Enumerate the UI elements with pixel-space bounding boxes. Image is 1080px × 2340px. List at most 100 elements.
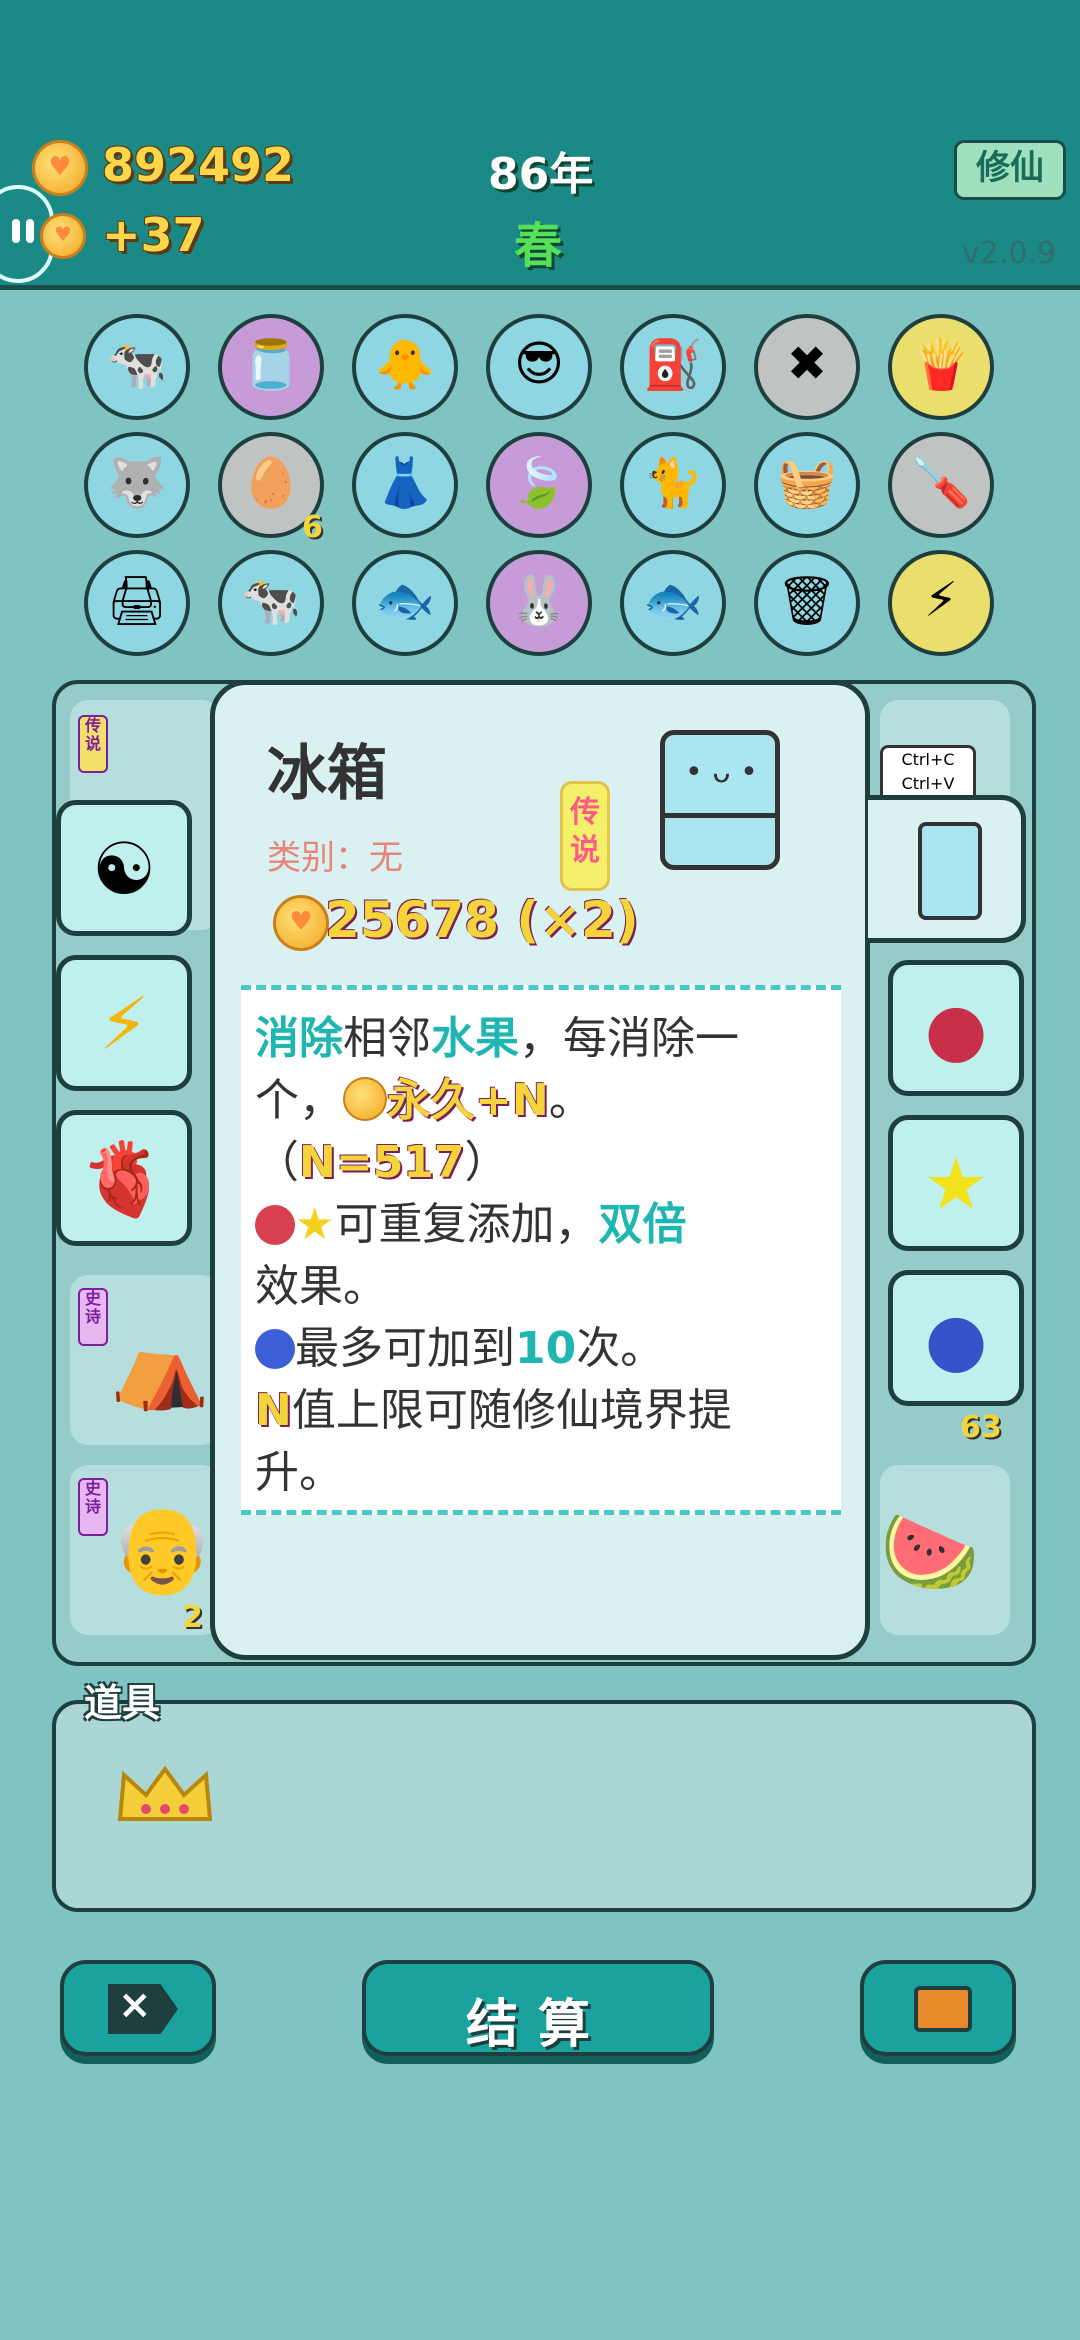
year-label: 86年	[488, 149, 594, 200]
old-man-icon: 👴	[110, 1500, 215, 1598]
desc-text: ，每消除一	[519, 1013, 739, 1064]
lightning-button[interactable]: ⚡	[56, 955, 192, 1091]
fries-icon: 🍟	[911, 337, 971, 393]
version-label: v2.0.9	[962, 236, 1057, 271]
discard-button[interactable]: ×	[60, 1960, 216, 2056]
fruit-basket-icon: 🧺	[777, 455, 837, 511]
lightning-icon: ⚡	[924, 572, 958, 628]
desc-text: 值上限可随修仙境界提	[291, 1385, 732, 1436]
desc-text: 可重复添加，	[334, 1199, 599, 1250]
leaf-icon: 🍃	[509, 455, 569, 511]
item-title: 冰箱	[267, 739, 387, 809]
desc-keyword: N=517	[299, 1137, 465, 1188]
price-coin-icon	[273, 895, 329, 951]
item-price: 25678 (×2)	[325, 891, 639, 949]
lychee-icon	[255, 1205, 295, 1245]
husky-icon: 🐺	[107, 455, 167, 511]
yin-yang-icon: ☯	[91, 827, 157, 911]
item-slot-dual-cow-girl[interactable]: 🐄	[84, 314, 190, 420]
inventory-count: 2	[182, 1600, 203, 1635]
item-slot-jam-jar[interactable]: 🫙	[218, 314, 324, 420]
desc-keyword: 10	[515, 1323, 577, 1374]
xiuxian-button[interactable]: 修仙	[954, 140, 1066, 200]
briefcase-icon	[914, 1986, 972, 2032]
black-cat-icon: 🐈	[643, 455, 703, 511]
desc-keyword: 水果	[431, 1013, 519, 1064]
screwdriver-icon: 🪛	[911, 455, 971, 511]
item-slot-printer[interactable]: 🖨	[84, 550, 190, 656]
item-slot-fishbowl[interactable]: 🐟	[620, 550, 726, 656]
liver-icon: 🫀	[79, 1137, 169, 1221]
income-coin-icon	[40, 213, 86, 259]
rarity-tag: 传说	[78, 715, 108, 773]
bunny-icon: 🐰	[509, 573, 569, 629]
fridge-icon	[918, 822, 982, 920]
star-fruit-button[interactable]: ★	[888, 1115, 1024, 1251]
desc-text: 相邻	[343, 1013, 431, 1064]
desc-text: 最多可加到	[295, 1323, 515, 1374]
item-slot-skirt[interactable]: 👗	[352, 432, 458, 538]
air-pump-icon: ⛽	[643, 337, 703, 393]
item-slot-leaf[interactable]: 🍃	[486, 432, 592, 538]
house-icon: ⛺	[110, 1320, 210, 1413]
item-slot-bunny[interactable]: 🐰	[486, 550, 592, 656]
item-slot-chick-egg[interactable]: 🐥	[352, 314, 458, 420]
star-icon: ★	[295, 1199, 335, 1250]
printer-icon: 🖨	[106, 573, 168, 629]
item-slot-cool-cat[interactable]: 😎	[486, 314, 592, 420]
item-slot-lightning[interactable]: ⚡	[888, 550, 994, 656]
crown-icon[interactable]	[116, 1765, 214, 1825]
desc-text: 次。	[576, 1323, 665, 1374]
selected-item-tab[interactable]	[868, 795, 1026, 943]
rarity-tag: 史诗	[78, 1288, 108, 1346]
lightning-icon: ⚡	[98, 982, 150, 1066]
desc-text: 个，	[255, 1075, 343, 1126]
item-slot-trash-bag[interactable]: 🗑	[754, 550, 860, 656]
trash-bag-icon: 🗑	[776, 573, 838, 629]
yin-yang-button[interactable]: ☯	[56, 800, 192, 936]
fishbowl-icon: 🐟	[643, 573, 703, 629]
fridge-icon	[660, 730, 780, 870]
settle-button[interactable]: 结算	[362, 1960, 714, 2056]
item-slot-fries[interactable]: 🍟	[888, 314, 994, 420]
season-label: 春	[514, 218, 563, 274]
item-slot-fruit-basket[interactable]: 🧺	[754, 432, 860, 538]
watermelon-icon: 🍉	[880, 1505, 980, 1598]
desc-keyword: 双倍	[598, 1199, 687, 1250]
desc-keyword: 永久+N	[387, 1075, 549, 1126]
cool-cat-icon: 😎	[513, 336, 565, 392]
desc-text: 效果。	[255, 1261, 387, 1312]
delete-tag-icon: ✖	[786, 336, 828, 392]
lychee-button[interactable]: ●	[888, 960, 1024, 1096]
blueberry-icon: ●	[924, 1297, 988, 1381]
blueberry-button[interactable]: ●	[888, 1270, 1024, 1406]
coin-icon	[343, 1077, 387, 1121]
item-slot-delete-tag[interactable]: ✖	[754, 314, 860, 420]
egg-tray-icon: 🥚	[241, 455, 301, 511]
rarity-badge: 传说	[560, 781, 610, 891]
item-slot-husky[interactable]: 🐺	[84, 432, 190, 538]
item-count: 6	[302, 510, 323, 545]
coin-icon	[32, 140, 88, 196]
settle-label: 结算	[465, 1995, 610, 2055]
jam-jar-icon: 🫙	[241, 337, 301, 393]
chick-egg-icon: 🐥	[375, 337, 435, 393]
desc-text: 升。	[255, 1447, 343, 1498]
desc-keyword: N	[255, 1385, 292, 1436]
coin-income: +37	[102, 208, 205, 262]
item-slot-fishbowl[interactable]: 🐟	[352, 550, 458, 656]
item-slot-air-pump[interactable]: ⛽	[620, 314, 726, 420]
fishbowl-icon: 🐟	[375, 573, 435, 629]
item-slot-dual-cow-girl[interactable]: 🐄	[218, 550, 324, 656]
item-slot-screwdriver[interactable]: 🪛	[888, 432, 994, 538]
props-label: 道具	[84, 1681, 161, 1725]
star-fruit-icon: ★	[923, 1142, 989, 1226]
inventory-count: 63	[960, 1410, 1002, 1445]
item-detail-card: 冰箱 类别：无 传说 • ᴗ • 25678 (×2) 消除相邻水果，每消除一 …	[210, 680, 870, 1660]
rarity-tag: 史诗	[78, 1478, 108, 1536]
liver-button[interactable]: 🫀	[56, 1110, 192, 1246]
desc-text: 。	[548, 1075, 593, 1126]
backpack-button[interactable]	[860, 1960, 1016, 2056]
coin-total: 892492	[102, 138, 295, 192]
item-slot-black-cat[interactable]: 🐈	[620, 432, 726, 538]
